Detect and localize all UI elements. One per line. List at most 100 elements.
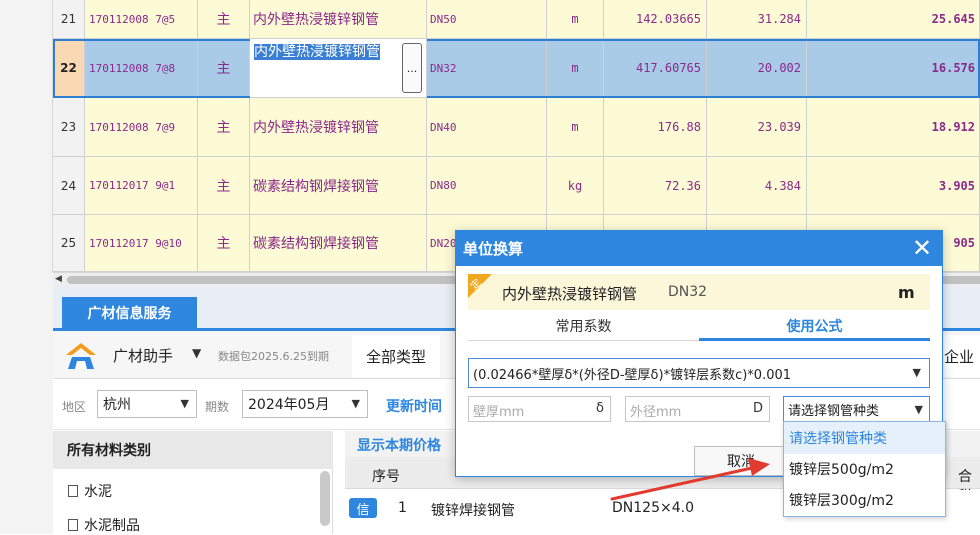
dialog-title: 单位换算 xyxy=(455,230,943,266)
active-tab-indicator xyxy=(699,338,930,341)
chevron-down-icon: ▼ xyxy=(351,397,360,410)
material-price[interactable]: 4.384 xyxy=(707,157,807,215)
material-unit[interactable]: m xyxy=(547,0,604,39)
table-row[interactable]: 24 170112017 9@1 主 碳素结构钢焊接钢管 DN80 kg 72.… xyxy=(53,157,980,215)
tab-common-coefficient[interactable]: 常用系数 xyxy=(468,313,699,339)
tab-guangcai-info-service[interactable]: 广材信息服务 xyxy=(62,297,197,329)
show-current-price-link[interactable]: 显示本期价格 xyxy=(357,435,441,455)
row-number: 25 xyxy=(53,215,85,272)
tab-enterprise[interactable]: 企业 xyxy=(944,335,980,377)
ellipsis-button[interactable]: ... xyxy=(402,43,422,93)
main-material-flag[interactable]: 主 xyxy=(198,215,250,272)
material-name[interactable]: 内外壁热浸镀锌钢管 xyxy=(250,98,427,157)
category-header: 所有材料类别 xyxy=(53,431,333,469)
material-quantity[interactable]: 142.03665 xyxy=(604,0,707,39)
item-name: 内外壁热浸镀锌钢管 xyxy=(502,285,638,303)
main-material-flag[interactable]: 主 xyxy=(198,0,250,39)
column-header-seq[interactable]: 序号 xyxy=(372,466,400,486)
material-name-editor-cell[interactable]: 内外壁热浸镀锌钢管 ... xyxy=(250,39,427,98)
formula-select[interactable]: (0.02466*壁厚δ*(外径D-壁厚δ)*镀锌层系数c)*0.001 ▼ xyxy=(468,358,930,388)
close-icon[interactable]: ✕ xyxy=(908,233,936,263)
category-item[interactable]: 水泥制品 xyxy=(68,515,140,535)
brand-name[interactable]: 广材助手 xyxy=(113,345,173,366)
material-spec[interactable]: DN80 xyxy=(427,157,547,215)
item-unit: m xyxy=(898,283,915,302)
main-material-flag[interactable]: 主 xyxy=(198,98,250,157)
material-unit[interactable]: kg xyxy=(547,157,604,215)
material-code[interactable]: 170112008 7@9 xyxy=(85,98,198,157)
period-select[interactable]: 2024年05月 ▼ xyxy=(242,390,368,418)
period-value: 2024年05月 xyxy=(248,397,330,413)
wall-thickness-placeholder: 壁厚mm xyxy=(473,405,525,420)
grid-left-strip xyxy=(0,0,53,272)
tab-use-formula[interactable]: 使用公式 xyxy=(699,313,930,339)
material-code[interactable]: 170112008 7@8 xyxy=(85,39,198,98)
category-label: 水泥 xyxy=(84,484,112,500)
material-price[interactable]: 20.002 xyxy=(707,39,807,98)
chevron-down-icon: ▼ xyxy=(912,366,921,379)
guangcai-logo-icon xyxy=(66,343,96,369)
update-time-link[interactable]: 更新时间 xyxy=(386,396,442,416)
material-spec[interactable]: DN40 xyxy=(427,98,547,157)
main-material-flag[interactable]: 主 xyxy=(198,39,250,98)
material-name[interactable]: 碳素结构钢焊接钢管 xyxy=(250,215,427,272)
material-price[interactable]: 31.284 xyxy=(707,0,807,39)
row-number: 23 xyxy=(53,98,85,157)
chevron-down-icon[interactable]: ▼ xyxy=(192,346,201,360)
outer-diameter-input[interactable]: 外径mm D xyxy=(625,396,770,422)
material-quantity[interactable]: 417.60765 xyxy=(604,39,707,98)
pipe-type-option[interactable]: 镀锌层500g/m2 xyxy=(784,453,945,485)
row-number: 21 xyxy=(53,0,85,39)
period-label: 期数 xyxy=(205,400,230,414)
material-quantity[interactable]: 176.88 xyxy=(604,98,707,157)
table-row[interactable]: 21 170112008 7@5 主 内外壁热浸镀锌钢管 DN50 m 142.… xyxy=(53,0,980,39)
material-total[interactable]: 3.905 xyxy=(807,157,980,215)
item-spec: DN32 xyxy=(668,284,708,300)
tab-all-types[interactable]: 全部类型 xyxy=(352,335,440,377)
material-price[interactable]: 23.039 xyxy=(707,98,807,157)
material-code[interactable]: 170112008 7@5 xyxy=(85,0,198,39)
material-code[interactable]: 170112017 9@10 xyxy=(85,215,198,272)
material-unit[interactable]: m xyxy=(547,98,604,157)
category-scrollbar[interactable] xyxy=(320,471,330,526)
region-select[interactable]: 杭州 ▼ xyxy=(97,390,197,418)
material-name[interactable]: 内外壁热浸镀锌钢管 xyxy=(250,0,427,39)
main-material-flag[interactable]: 主 xyxy=(198,157,250,215)
pipe-type-select[interactable]: 请选择钢管种类 ▼ xyxy=(783,396,930,422)
table-row-selected[interactable]: 22 170112008 7@8 主 内外壁热浸镀锌钢管 ... DN32 m … xyxy=(53,39,980,98)
category-label: 水泥制品 xyxy=(84,518,140,534)
result-name: 镀锌焊接钢管 xyxy=(431,503,515,519)
outer-diameter-placeholder: 外径mm xyxy=(630,405,682,420)
result-seq: 1 xyxy=(398,500,407,516)
cancel-button[interactable]: 取消 xyxy=(694,446,788,476)
material-unit[interactable]: m xyxy=(547,39,604,98)
formula-value: (0.02466*壁厚δ*(外径D-壁厚δ)*镀锌层系数c)*0.001 xyxy=(473,367,792,383)
wall-thickness-input[interactable]: 壁厚mm δ xyxy=(468,396,611,422)
region-value: 杭州 xyxy=(103,397,131,413)
material-spec[interactable]: DN50 xyxy=(427,0,547,39)
chevron-down-icon: ▼ xyxy=(180,397,189,410)
pipe-type-option[interactable]: 镀锌层300g/m2 xyxy=(784,484,945,516)
pipe-type-value: 请选择钢管种类 xyxy=(788,403,880,419)
info-badge[interactable]: 信 xyxy=(349,498,377,518)
material-name-input[interactable]: 内外壁热浸镀锌钢管 xyxy=(250,39,426,97)
material-total[interactable]: 18.912 xyxy=(807,98,980,157)
material-quantity[interactable]: 72.36 xyxy=(604,157,707,215)
material-total[interactable]: 16.576 xyxy=(807,39,980,98)
document-icon xyxy=(68,519,78,531)
data-package-note: 数据包2025.6.25到期 xyxy=(218,350,329,363)
outer-diameter-symbol: D xyxy=(752,401,763,416)
scroll-left-icon[interactable]: ◀ xyxy=(55,274,62,284)
chevron-down-icon: ▼ xyxy=(914,403,923,416)
wall-thickness-symbol: δ xyxy=(596,401,604,416)
category-item[interactable]: 水泥 xyxy=(68,481,112,501)
pipe-type-option[interactable]: 请选择钢管种类 xyxy=(784,422,945,454)
material-spec[interactable]: DN32 xyxy=(427,39,547,98)
table-row[interactable]: 23 170112008 7@9 主 内外壁热浸镀锌钢管 DN40 m 176.… xyxy=(53,98,980,157)
region-label: 地区 xyxy=(62,400,87,414)
result-spec: DN125×4.0 xyxy=(612,500,694,516)
material-total[interactable]: 25.645 xyxy=(807,0,980,39)
material-name[interactable]: 碳素结构钢焊接钢管 xyxy=(250,157,427,215)
material-code[interactable]: 170112017 9@1 xyxy=(85,157,198,215)
row-number: 22 xyxy=(53,39,85,98)
